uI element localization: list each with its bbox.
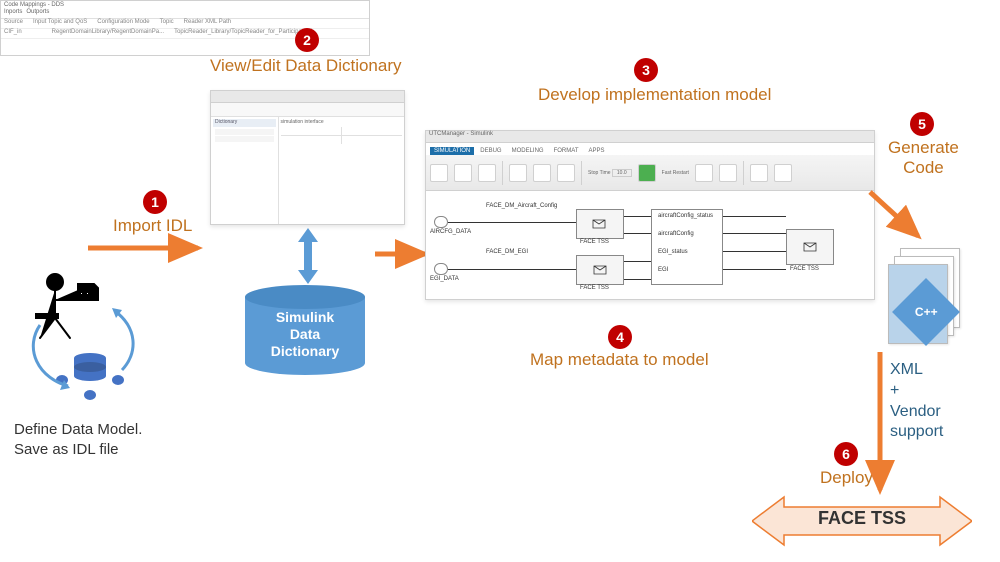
step-label-5: Generate Code <box>888 138 959 179</box>
step-label-3: Develop implementation model <box>538 85 771 105</box>
face-tss-arrow: FACE TSS <box>752 495 972 547</box>
step-badge-2: 2 <box>295 28 319 52</box>
bidirectional-arrow-icon <box>296 228 320 284</box>
step-label-2: View/Edit Data Dictionary <box>210 56 402 76</box>
simulink-data-dictionary-cylinder: Simulink Data Dictionary <box>245 285 365 375</box>
arrow-import-idl <box>88 238 208 263</box>
step-badge-3: 3 <box>634 58 658 82</box>
step-badge-6: 6 <box>834 442 858 466</box>
data-dictionary-window: Dictionary simulation interface <box>210 90 405 225</box>
step-num: 2 <box>303 32 311 48</box>
step-label-6: Deploy <box>820 468 873 488</box>
step-badge-5: 5 <box>910 112 934 136</box>
step-badge-4: 4 <box>608 325 632 349</box>
xml-vendor-label: XML + Vendor support <box>890 360 943 443</box>
arrow-deploy <box>870 352 890 505</box>
cpp-code-files-icon: C++ <box>888 248 960 344</box>
step-num: 1 <box>151 194 159 210</box>
simulink-window: UTCManager - Simulink SIMULATION DEBUG M… <box>425 130 875 300</box>
define-caption: Define Data Model. Save as IDL file <box>14 420 142 459</box>
arrow-to-code <box>870 186 930 251</box>
define-data-model-icon <box>20 270 140 410</box>
step-label-4: Map metadata to model <box>530 350 709 370</box>
step-badge-1: 1 <box>143 190 167 214</box>
step-label-1: Import IDL <box>113 216 192 236</box>
